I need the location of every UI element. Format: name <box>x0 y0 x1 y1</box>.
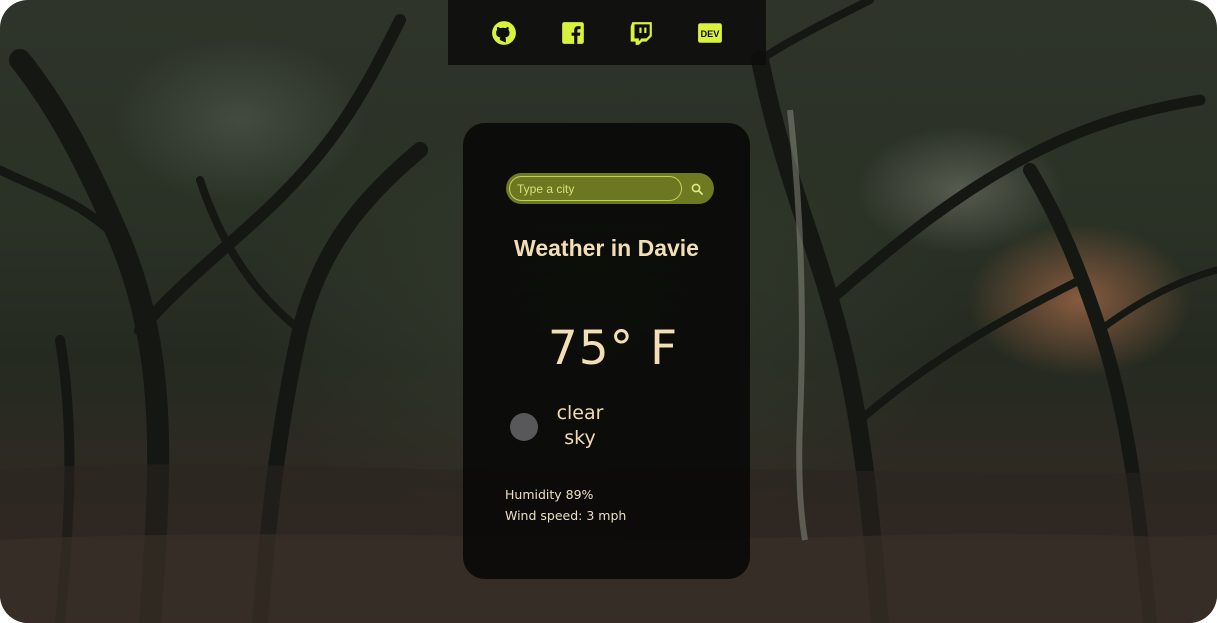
facebook-icon <box>561 21 584 44</box>
facebook-link[interactable] <box>558 18 588 48</box>
search-button[interactable] <box>684 176 710 201</box>
twitch-icon <box>630 21 653 45</box>
dev-link[interactable]: DEV <box>695 18 725 48</box>
wind-speed-text: Wind speed: 3 mph <box>505 508 627 523</box>
github-link[interactable] <box>489 18 519 48</box>
app-frame: DEV Weather in Davie 75° F clear sky Hum… <box>0 0 1217 623</box>
search-icon <box>691 183 703 195</box>
weather-card: Weather in Davie 75° F clear sky Humidit… <box>463 123 750 579</box>
dev-icon: DEV <box>697 22 722 43</box>
svg-text:DEV: DEV <box>700 28 720 38</box>
humidity-text: Humidity 89% <box>505 487 594 502</box>
temperature: 75° F <box>547 321 679 376</box>
weather-description: clear sky <box>556 402 604 449</box>
search-bar <box>506 173 714 204</box>
city-search-input[interactable] <box>509 176 683 201</box>
social-links-bar: DEV <box>448 0 766 65</box>
github-icon <box>492 20 517 45</box>
twitch-link[interactable] <box>626 18 656 48</box>
weather-title: Weather in Davie <box>514 235 699 261</box>
weather-condition-icon <box>510 413 538 441</box>
